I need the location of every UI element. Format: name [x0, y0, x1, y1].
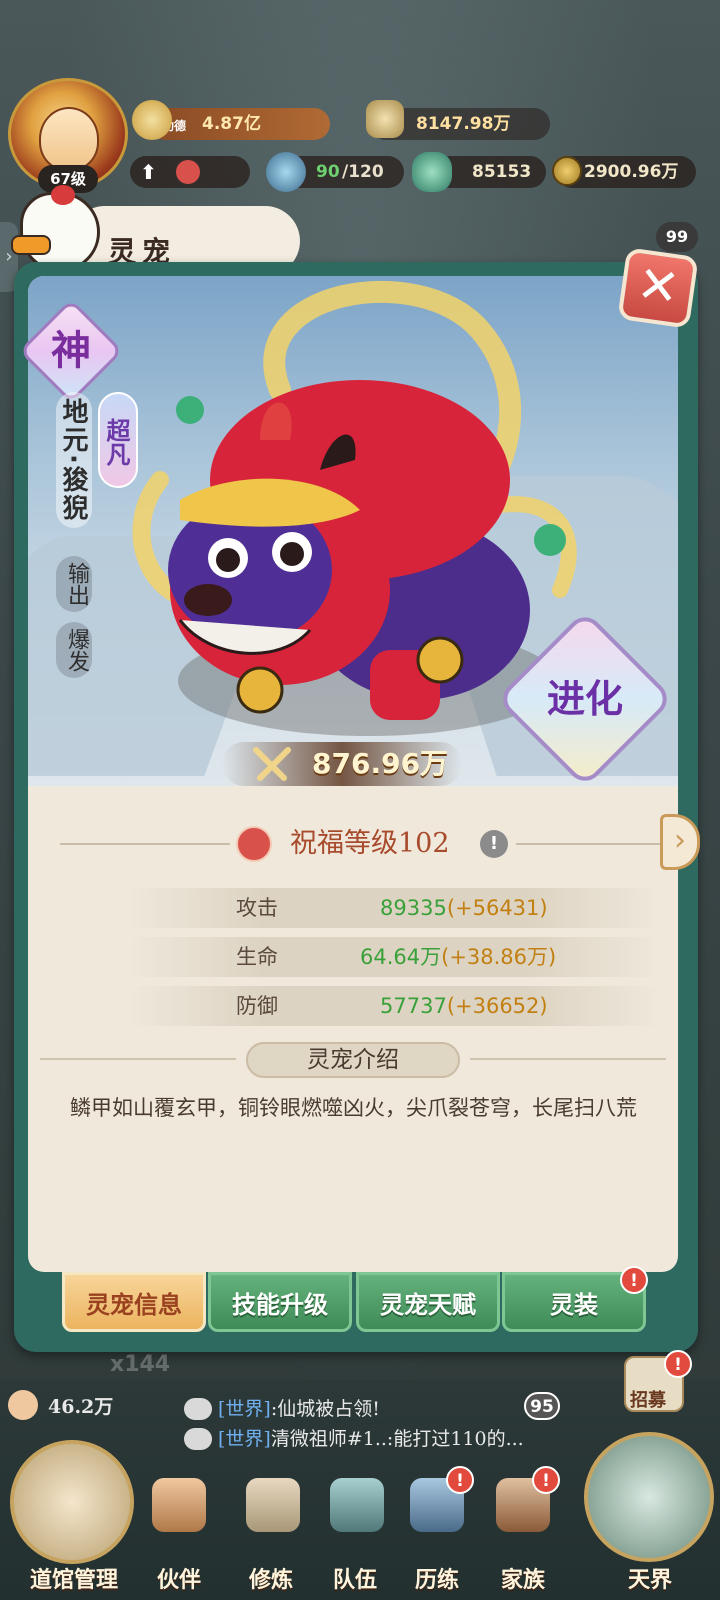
goose-mascot-icon	[11, 185, 100, 272]
nav-family[interactable]: 家族	[488, 1562, 558, 1594]
avatar-face	[39, 107, 99, 171]
merit-pill: 功德 4.87亿	[150, 108, 330, 140]
stat-value: 89335(+56431)	[380, 896, 548, 920]
nav-cultivate[interactable]: 修炼	[236, 1562, 306, 1594]
tab-pet-talent[interactable]: 灵宠天赋	[356, 1272, 500, 1332]
buff-pill[interactable]: ⬆	[130, 156, 250, 188]
jade-value: 85153	[472, 162, 532, 182]
pet-role-tag: 输出	[56, 556, 92, 612]
heaven-realm-icon[interactable]	[584, 1432, 714, 1562]
chat-line[interactable]: [世界]:仙城被占领!	[218, 1394, 380, 1421]
evolve-label[interactable]: 进化	[522, 666, 648, 732]
pet-power-value: 876.96万	[312, 747, 449, 780]
nav-dojo[interactable]: 道馆管理	[14, 1562, 134, 1594]
nav-team[interactable]: 队伍	[320, 1562, 390, 1594]
stat-value: 57737(+36652)	[380, 994, 548, 1018]
pet-quality: 超凡	[98, 392, 138, 488]
blessing-info-button[interactable]: !	[480, 830, 508, 858]
jade-icon	[412, 152, 452, 192]
divider	[40, 1058, 236, 1060]
nav-partner[interactable]: 伙伴	[144, 1562, 214, 1594]
arrow-up-icon: ⬆	[140, 160, 157, 184]
crossed-swords-icon	[366, 100, 404, 138]
nav-heaven[interactable]: 天界	[600, 1562, 700, 1594]
stamina-max: /120	[342, 162, 384, 182]
stat-label: 防御	[236, 994, 278, 1018]
stat-label: 生命	[236, 945, 278, 969]
stamina-current: 90	[316, 162, 340, 182]
chat-count-badge: 95	[524, 1392, 560, 1420]
pet-name: 地元·狻猊	[56, 392, 92, 528]
coin-icon	[552, 156, 582, 186]
chat-bubble-icon	[184, 1428, 212, 1450]
count-badge: 99	[656, 222, 698, 252]
divider	[470, 1058, 666, 1060]
partner-icon	[152, 1478, 206, 1532]
buff-icon	[176, 160, 200, 184]
blessing-level: 祝福等级102	[290, 828, 450, 859]
chat-line[interactable]: [世界]清微祖师#1..:能打过110的...	[218, 1424, 524, 1451]
player-head-icon	[8, 1390, 38, 1420]
intro-title: 灵宠介绍	[307, 1047, 399, 1073]
power-value: 8147.98万	[416, 114, 511, 134]
dojo-goose-icon[interactable]	[10, 1440, 134, 1564]
crossed-swords-icon	[253, 747, 291, 781]
merit-value: 4.87亿	[202, 114, 261, 134]
merit-icon	[132, 100, 172, 140]
cultivate-icon	[246, 1478, 300, 1532]
pet-role-tag: 爆发	[56, 622, 92, 678]
coin-value: 2900.96万	[584, 162, 679, 182]
chat-bubble-icon	[184, 1398, 212, 1420]
stat-label: 攻击	[236, 896, 278, 920]
alert-dot: !	[532, 1466, 560, 1494]
team-icon	[330, 1478, 384, 1532]
tab-skill-upgrade[interactable]: 技能升级	[208, 1272, 352, 1332]
pet-rank: 神	[51, 327, 91, 374]
divider	[516, 843, 660, 845]
alert-dot: !	[446, 1466, 474, 1494]
stamina-icon	[266, 152, 306, 192]
alert-dot: !	[620, 1266, 648, 1294]
nav-adventure[interactable]: 历练	[402, 1562, 472, 1594]
online-count: 46.2万	[48, 1396, 114, 1418]
divider	[60, 843, 230, 845]
ghost-count: x144	[110, 1352, 171, 1377]
close-button[interactable]: ✕	[617, 247, 699, 329]
tab-pet-info[interactable]: 灵宠信息	[62, 1272, 206, 1332]
intro-text: 鳞甲如山覆玄甲，铜铃眼燃噬凶火，尖爪裂苍穹，长尾扫八荒	[70, 1096, 637, 1120]
recruit-label: 招募	[630, 1390, 666, 1411]
blessing-icon	[236, 826, 272, 862]
stat-value: 64.64万(+38.86万)	[360, 945, 557, 969]
alert-dot: !	[664, 1350, 692, 1378]
